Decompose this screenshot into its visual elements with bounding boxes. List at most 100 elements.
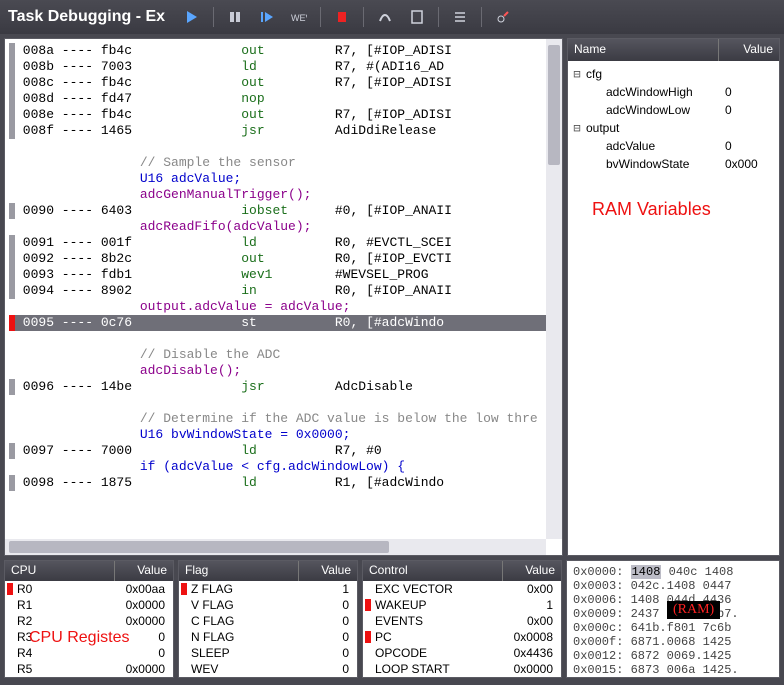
titlebar: Task Debugging - Ex WEV: [0, 0, 784, 34]
step-button[interactable]: [256, 6, 278, 28]
reg-name: C FLAG: [191, 614, 293, 628]
tree-row[interactable]: ⊟cfg: [570, 65, 777, 83]
code-line[interactable]: 0094 ---- 8902 in R0, [#IOP_ANAII: [9, 283, 562, 299]
code-line[interactable]: 008e ---- fb4c out R7, [#IOP_ADISI: [9, 107, 562, 123]
flag-col-name[interactable]: Flag: [179, 561, 299, 581]
table-row[interactable]: R50x0000: [5, 661, 173, 677]
table-row[interactable]: Z FLAG1: [179, 581, 357, 597]
table-row[interactable]: OPCODE0x4436: [363, 645, 561, 661]
tree-row[interactable]: ⊟output: [570, 119, 777, 137]
code-line[interactable]: 008b ---- 7003 ld R7, #(ADI16_AD: [9, 59, 562, 75]
code-line[interactable]: adcGenManualTrigger();: [9, 187, 562, 203]
table-row[interactable]: LOOP START0x0000: [363, 661, 561, 677]
vscrollbar[interactable]: [546, 39, 562, 539]
table-row[interactable]: SLEEP0: [179, 645, 357, 661]
run-button[interactable]: [181, 6, 203, 28]
code-line[interactable]: U16 adcValue;: [9, 171, 562, 187]
code-line[interactable]: 0092 ---- 8b2c out R0, [#IOP_EVCTI: [9, 251, 562, 267]
hscroll-thumb[interactable]: [9, 541, 389, 553]
vscroll-thumb[interactable]: [548, 45, 560, 165]
code-line[interactable]: 0093 ---- fdb1 wev1 #WEVSEL_PROG: [9, 267, 562, 283]
table-row[interactable]: R40: [5, 645, 173, 661]
table-row[interactable]: C FLAG0: [179, 613, 357, 629]
tool-d-button[interactable]: [492, 6, 514, 28]
expand-icon[interactable]: ⊟: [570, 67, 584, 81]
code-line[interactable]: adcReadFifo(adcValue);: [9, 219, 562, 235]
var-name: output: [584, 121, 725, 135]
table-row[interactable]: PC0x0008: [363, 629, 561, 645]
ctl-col-name[interactable]: Control: [363, 561, 503, 581]
change-marker: [365, 599, 371, 611]
reg-value: 0: [293, 630, 357, 644]
code-line[interactable]: [9, 331, 562, 347]
table-row[interactable]: R10x0000: [5, 597, 173, 613]
window-title: Task Debugging - Ex: [8, 8, 165, 26]
tool-b-button[interactable]: [406, 6, 428, 28]
mem-selection[interactable]: 1408: [631, 565, 662, 579]
memory-dump[interactable]: 0x0000: 1408 040c 14080x0003: 042c.1408 …: [567, 561, 779, 678]
tree-row[interactable]: bvWindowState0x000: [570, 155, 777, 173]
reg-value: 0: [293, 614, 357, 628]
table-row[interactable]: R20x0000: [5, 613, 173, 629]
change-marker: [7, 583, 13, 595]
tree-row[interactable]: adcWindowLow0: [570, 101, 777, 119]
variables-tree[interactable]: ⊟cfgadcWindowHigh0adcWindowLow0⊟outputad…: [568, 61, 779, 177]
code-line[interactable]: 008f ---- 1465 jsr AdiDdiRelease: [9, 123, 562, 139]
code-line[interactable]: output.adcValue = adcValue;: [9, 299, 562, 315]
code-line[interactable]: 0097 ---- 7000 ld R7, #0: [9, 443, 562, 459]
reg-value: 0: [293, 646, 357, 660]
table-row[interactable]: EVENTS0x00: [363, 613, 561, 629]
reg-name: SLEEP: [191, 646, 293, 660]
change-marker: [181, 599, 187, 611]
code-line[interactable]: 008c ---- fb4c out R7, [#IOP_ADISI: [9, 75, 562, 91]
col-name[interactable]: Name: [568, 39, 719, 61]
table-row[interactable]: EXC VECTOR0x00: [363, 581, 561, 597]
change-marker: [7, 631, 13, 643]
cpu-col-val[interactable]: Value: [115, 561, 173, 581]
ctl-col-val[interactable]: Value: [503, 561, 561, 581]
code-line[interactable]: // Sample the sensor: [9, 155, 562, 171]
code-line[interactable]: 0091 ---- 001f ld R0, #EVCTL_SCEI: [9, 235, 562, 251]
table-row[interactable]: WEV0: [179, 661, 357, 677]
tool-c-button[interactable]: [449, 6, 471, 28]
step-over-button[interactable]: WEV: [288, 6, 310, 28]
code-line[interactable]: U16 bvWindowState = 0x0000;: [9, 427, 562, 443]
variables-header: Name Value: [568, 39, 779, 61]
table-row[interactable]: WAKEUP1: [363, 597, 561, 613]
var-value: 0: [725, 85, 777, 99]
table-row[interactable]: R00x00aa: [5, 581, 173, 597]
code-line[interactable]: [9, 139, 562, 155]
pause-button[interactable]: [224, 6, 246, 28]
code-line[interactable]: adcDisable();: [9, 363, 562, 379]
expand-icon[interactable]: ⊟: [570, 121, 584, 135]
memory-panel: 0x0000: 1408 040c 14080x0003: 042c.1408 …: [566, 560, 780, 678]
code-line[interactable]: // Disable the ADC: [9, 347, 562, 363]
disassembly-pane[interactable]: 008a ---- fb4c out R7, [#IOP_ADISI 008b …: [4, 38, 563, 556]
tree-row[interactable]: adcValue0: [570, 137, 777, 155]
col-value[interactable]: Value: [719, 39, 779, 61]
code-line[interactable]: // Determine if the ADC value is below t…: [9, 411, 562, 427]
hscrollbar[interactable]: [5, 539, 546, 555]
mem-line: 0x000c: 641b.f801 7c6b: [573, 621, 773, 635]
mem-line: 0x0012: 6872 0069.1425: [573, 649, 773, 663]
code-line[interactable]: 0095 ---- 0c76 st R0, [#adcWindo: [9, 315, 562, 331]
tree-row[interactable]: adcWindowHigh0: [570, 83, 777, 101]
var-value: 0: [725, 103, 777, 117]
table-row[interactable]: N FLAG0: [179, 629, 357, 645]
code-line[interactable]: if (adcValue < cfg.adcWindowLow) {: [9, 459, 562, 475]
change-marker: [181, 631, 187, 643]
annotation-ram-vars: RAM Variables: [592, 199, 711, 220]
reg-value: 0x0000: [109, 614, 173, 628]
table-row[interactable]: V FLAG0: [179, 597, 357, 613]
code-line[interactable]: 0090 ---- 6403 iobset #0, [#IOP_ANAII: [9, 203, 562, 219]
code-line[interactable]: 0096 ---- 14be jsr AdcDisable: [9, 379, 562, 395]
stop-button[interactable]: [331, 6, 353, 28]
code-line[interactable]: [9, 395, 562, 411]
code-line[interactable]: 008d ---- fd47 nop: [9, 91, 562, 107]
flag-col-val[interactable]: Value: [299, 561, 357, 581]
change-marker: [365, 583, 371, 595]
tool-a-button[interactable]: [374, 6, 396, 28]
code-line[interactable]: 0098 ---- 1875 ld R1, [#adcWindo: [9, 475, 562, 491]
cpu-col-name[interactable]: CPU: [5, 561, 115, 581]
code-line[interactable]: 008a ---- fb4c out R7, [#IOP_ADISI: [9, 43, 562, 59]
